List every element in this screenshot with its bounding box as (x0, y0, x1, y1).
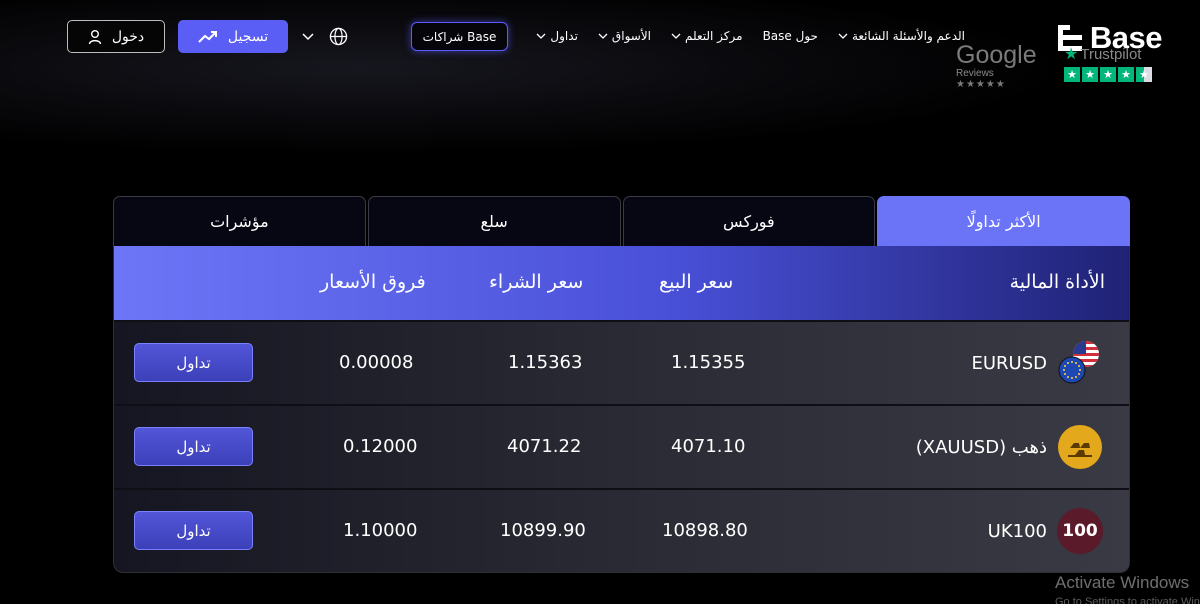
trustpilot-wordmark: ★ Trustpilot (1064, 44, 1160, 64)
sell-price: 4071.10 (671, 436, 746, 457)
nav-item-label: الدعم والأسئلة الشائعة (851, 29, 965, 43)
table-row: EURUSD 1.15355 1.15363 0.00008 تداول (114, 320, 1129, 404)
tab-most-traded[interactable]: الأكثر تداولًا (877, 196, 1130, 246)
gold-bars-icon (1058, 425, 1102, 469)
sell-price: 10898.80 (662, 520, 748, 541)
tab-forex[interactable]: فوركس (622, 196, 876, 246)
user-icon (88, 29, 102, 44)
market-tabs: الأكثر تداولًا فوركس سلع مؤشرات (113, 196, 1130, 246)
trustpilot-half-star-icon: ★ (1136, 67, 1152, 82)
uk100-badge-icon: 100 (1057, 508, 1103, 554)
table-header: الأداة المالية سعر البيع سعر الشراء فروق… (114, 246, 1129, 320)
google-reviews-label: Reviews ★★★★★ (956, 68, 1046, 90)
buy-price: 4071.22 (507, 436, 582, 457)
instrument-name: ذهب (XAUUSD) (915, 436, 1047, 458)
trade-button[interactable]: تداول (134, 343, 253, 382)
sell-price: 1.15355 (671, 352, 746, 373)
globe-icon[interactable] (329, 27, 348, 46)
trustpilot-star-icon: ★ (1082, 67, 1098, 82)
language-chevron-down-icon[interactable] (301, 31, 315, 43)
instrument-name: UK100 (987, 520, 1047, 542)
column-header-sell: سعر البيع (659, 271, 734, 293)
google-wordmark: Google (956, 41, 1037, 69)
table-row: 100 UK100 10898.80 10899.90 1.10000 تداو… (114, 488, 1129, 572)
google-stars: ★★★★★ (956, 79, 1006, 90)
trustpilot-star-icon: ★ (1118, 67, 1134, 82)
buy-price: 10899.90 (500, 520, 586, 541)
trustpilot-badge[interactable]: ★ Trustpilot ★ ★ ★ ★ ★ (1064, 44, 1160, 84)
instrument-cell: ذهب (XAUUSD) (916, 424, 1103, 470)
eur-usd-flags-icon (1058, 341, 1099, 384)
partners-button[interactable]: شراكات Base (411, 22, 508, 51)
google-reviews-badge[interactable]: Google Reviews ★★★★★ (956, 41, 1046, 90)
chevron-down-icon (671, 33, 681, 39)
instrument-cell: 100 UK100 (988, 508, 1103, 554)
instruments-table: الأداة المالية سعر البيع سعر الشراء فروق… (113, 246, 1130, 573)
nav-item-trade[interactable]: تداول (536, 29, 578, 43)
google-reviews-text: Reviews (956, 68, 994, 79)
buy-price: 1.15363 (508, 352, 583, 373)
nav-item-support-faq[interactable]: الدعم والأسئلة الشائعة (838, 29, 965, 43)
login-button[interactable]: دخول (67, 20, 165, 53)
login-label: دخول (111, 28, 145, 44)
site-header: Base Google Reviews ★★★★★ ★ Trustpilot ★… (0, 0, 1200, 90)
chevron-down-icon (838, 33, 848, 39)
main-nav: تداول الأسواق مركز التعلم حول Base الدعم… (536, 24, 965, 48)
nav-item-about[interactable]: حول Base (763, 29, 818, 43)
register-label: تسجيل (227, 28, 269, 44)
register-button[interactable]: تسجيل (178, 20, 288, 53)
trade-button[interactable]: تداول (134, 511, 253, 550)
uk100-badge-text: 100 (1062, 521, 1098, 541)
spread-value: 0.12000 (343, 436, 418, 457)
chevron-down-icon (598, 33, 608, 39)
nav-item-label: حول Base (762, 29, 818, 43)
trustpilot-rating-stars: ★ ★ ★ ★ ★ (1064, 67, 1160, 82)
trade-button[interactable]: تداول (134, 427, 253, 466)
nav-item-learning-center[interactable]: مركز التعلم (671, 29, 743, 43)
column-header-instrument: الأداة المالية (1009, 271, 1105, 293)
spread-value: 0.00008 (339, 352, 414, 373)
tab-indices[interactable]: مؤشرات (113, 196, 366, 246)
trustpilot-star-icon: ★ (1064, 67, 1080, 82)
trustpilot-text: Trustpilot (1080, 45, 1142, 63)
table-row: ذهب (XAUUSD) 4071.10 4071.22 0.12000 تدا… (114, 404, 1129, 488)
tab-commodities[interactable]: سلع (367, 196, 621, 246)
instrument-name: EURUSD (971, 352, 1047, 374)
nav-item-label: الأسواق (611, 29, 651, 43)
trustpilot-star-icon: ★ (1100, 67, 1116, 82)
trustpilot-star-icon: ★ (1064, 46, 1079, 63)
activate-windows-watermark: Activate Windows (1055, 573, 1190, 592)
column-header-spread: فروق الأسعار (320, 271, 426, 293)
activate-windows-hint: Go to Settings to activate Windows. (1055, 596, 1200, 604)
column-header-buy: سعر الشراء (489, 271, 584, 293)
instrument-cell: EURUSD (971, 340, 1103, 386)
nav-item-markets[interactable]: الأسواق (598, 29, 651, 43)
chevron-down-icon (536, 33, 546, 39)
nav-item-label: تداول (550, 29, 578, 43)
nav-item-label: مركز التعلم (685, 29, 743, 43)
trending-up-icon (198, 30, 217, 43)
spread-value: 1.10000 (343, 520, 418, 541)
